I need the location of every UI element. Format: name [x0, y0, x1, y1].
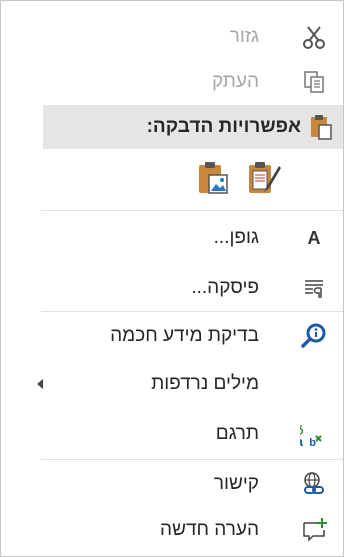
menu-item-label: גופן... — [213, 227, 259, 248]
paste-picture-icon — [197, 160, 231, 201]
menu-item-smart-lookup[interactable]: בדיקת מידע חכמה — [1, 314, 343, 358]
menu-separator — [41, 459, 343, 460]
menu-item-label: הערה חדשה — [160, 519, 259, 540]
copy-icon — [299, 67, 329, 97]
paste-brush-icon — [247, 160, 281, 201]
paragraph-icon — [299, 273, 329, 303]
menu-item-paragraph[interactable]: פיסקה... — [1, 266, 343, 310]
menu-item-label: מילים נרדפות — [151, 373, 259, 394]
svg-text:b: b — [309, 437, 316, 448]
clipboard-paste-icon — [307, 112, 337, 142]
menu-item-cut[interactable]: גזור — [1, 15, 343, 59]
paste-picture-button[interactable] — [192, 158, 236, 202]
new-comment-icon — [299, 515, 329, 545]
menu-item-link[interactable]: קישור — [1, 462, 343, 506]
menu-item-translate[interactable]: あ a b תרגם — [1, 412, 343, 456]
menu-item-label: קישור — [213, 473, 259, 494]
menu-item-label: פיסקה... — [191, 277, 259, 298]
submenu-arrow-icon — [37, 379, 43, 389]
paste-options-row — [1, 152, 343, 208]
link-icon — [299, 469, 329, 499]
paste-options-icon-cell — [303, 105, 343, 149]
menu-item-label: תרגם — [215, 423, 259, 444]
font-a-icon: A — [307, 227, 321, 248]
menu-item-label: בדיקת מידע חכמה — [110, 325, 259, 346]
menu-item-synonyms[interactable]: מילים נרדפות — [1, 362, 343, 406]
menu-item-copy[interactable]: העתק — [1, 60, 343, 104]
menu-separator — [41, 311, 343, 312]
scissors-icon — [299, 22, 329, 52]
paste-options-label: אפשרויות הדבקה: — [146, 116, 301, 137]
menu-item-label: גזור — [229, 26, 259, 47]
paste-options-header: אפשרויות הדבקה: — [43, 105, 343, 149]
smart-lookup-icon — [299, 321, 329, 351]
menu-item-label: העתק — [211, 71, 259, 92]
context-menu: גזור העתק אפשרויות הדבקה: A גופן... פיסק… — [0, 0, 344, 557]
menu-item-new-comment[interactable]: הערה חדשה — [1, 508, 343, 552]
translate-icon: あ a b — [299, 419, 329, 449]
menu-separator — [41, 210, 343, 211]
paste-keep-source-formatting-button[interactable] — [242, 158, 286, 202]
menu-item-font[interactable]: A גופן... — [1, 216, 343, 260]
